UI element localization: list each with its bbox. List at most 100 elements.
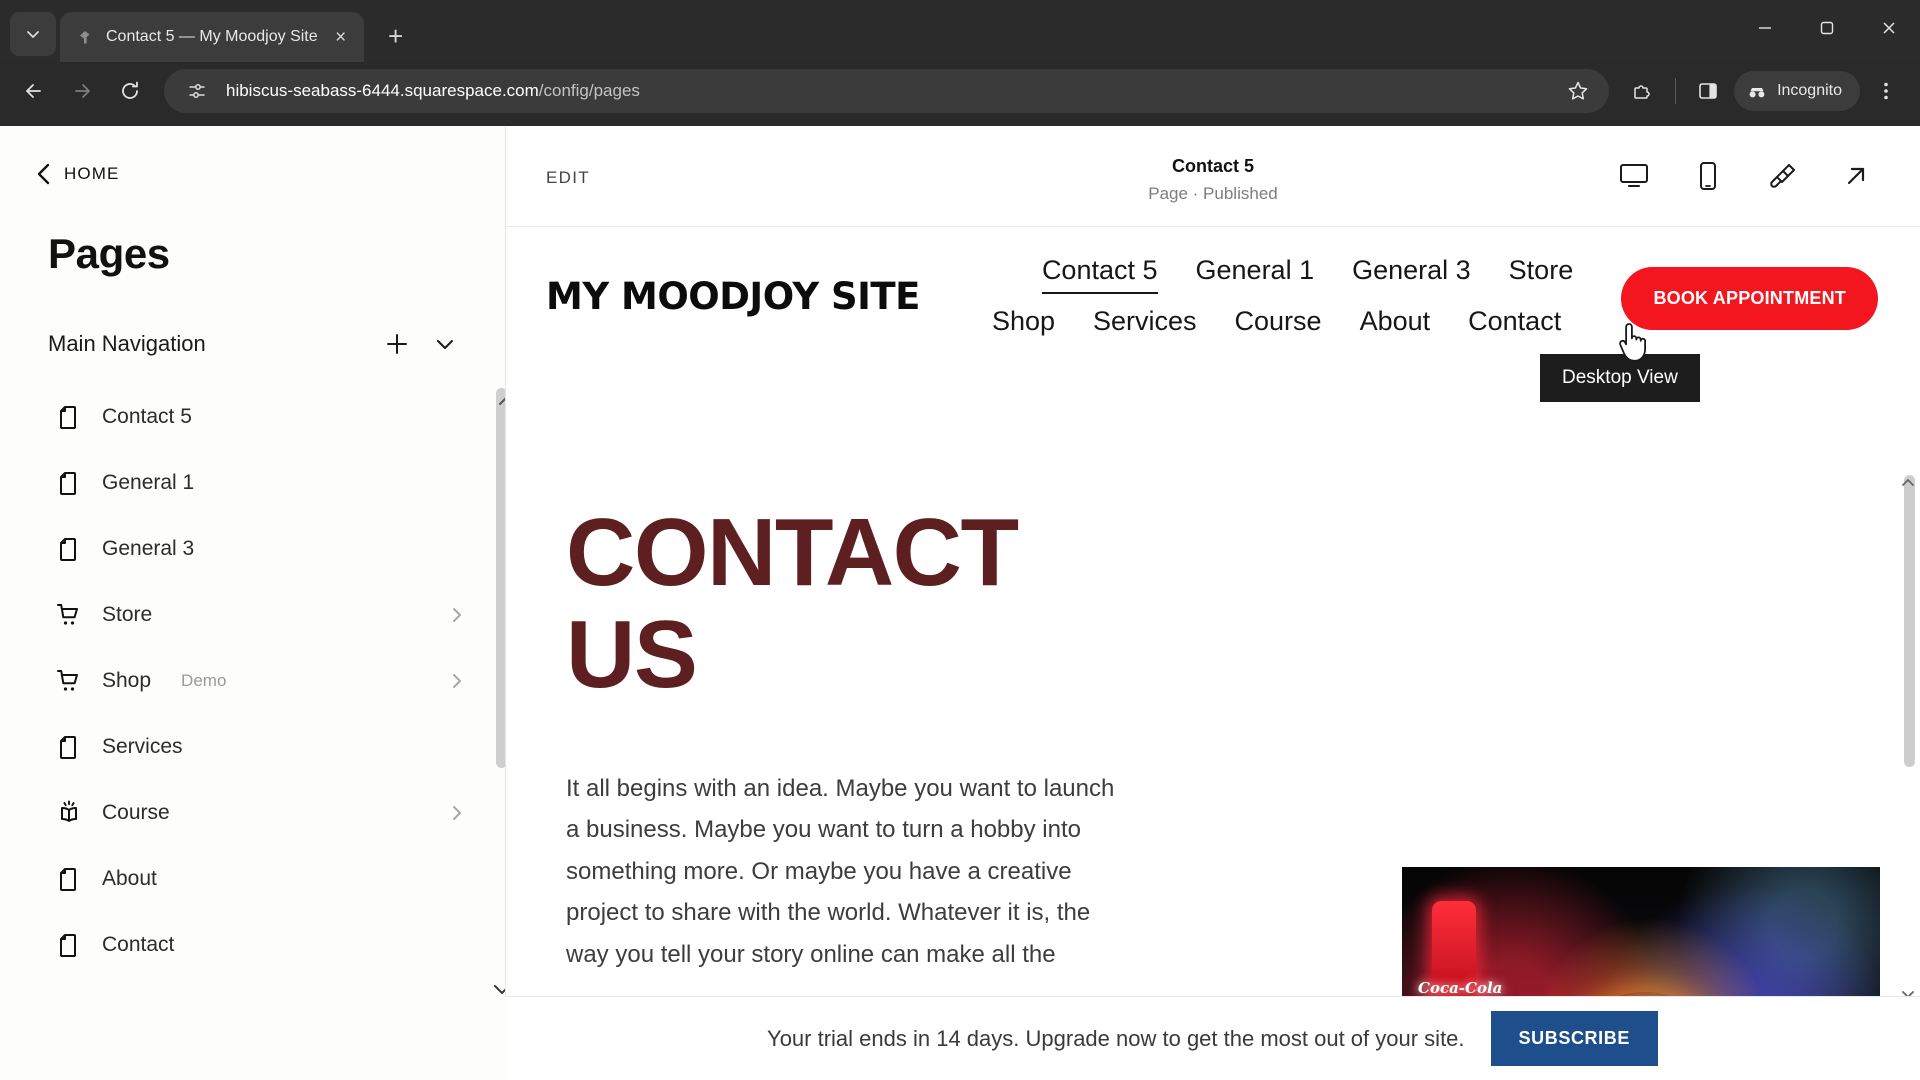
cart-icon — [56, 668, 82, 694]
sidebar-item-label: About — [102, 867, 157, 890]
hero-heading-line-2: US — [566, 600, 698, 708]
preview-scrollbar-thumb[interactable] — [1904, 475, 1915, 767]
sidebar-item-services[interactable]: Services — [0, 714, 505, 780]
chevron-right-icon[interactable] — [449, 605, 465, 625]
nav-link-about[interactable]: About — [1360, 306, 1431, 337]
page-icon — [56, 866, 82, 892]
nav-link-store[interactable]: Store — [1509, 255, 1574, 286]
side-panel-icon[interactable] — [1686, 69, 1730, 113]
page-list: Contact 5 General 1 General 3 Store Shop… — [0, 384, 505, 978]
preview-scroll-up-arrow[interactable] — [1900, 475, 1916, 493]
chevron-down-icon — [27, 31, 39, 38]
chevron-right-icon[interactable] — [449, 671, 465, 691]
new-tab-button[interactable]: + — [376, 16, 416, 56]
breadcrumb-home[interactable]: HOME — [0, 126, 505, 186]
trial-banner: Your trial ends in 14 days. Upgrade now … — [505, 996, 1920, 1080]
sidebar-item-label: Store — [102, 603, 153, 626]
url-path: /config/pages — [538, 81, 640, 100]
tab-strip: Contact 5 — My Moodjoy Site × + — [0, 0, 1920, 62]
preview-actions — [1614, 156, 1890, 196]
chevron-right-icon[interactable] — [449, 803, 465, 823]
nav-link-general-1[interactable]: General 1 — [1196, 255, 1315, 286]
subscribe-button[interactable]: SUBSCRIBE — [1490, 1011, 1658, 1066]
hero-body-text: It all begins with an idea. Maybe you wa… — [566, 774, 1115, 968]
paintbrush-icon[interactable] — [1762, 156, 1802, 196]
browser-tab[interactable]: Contact 5 — My Moodjoy Site × — [60, 12, 364, 62]
hero-heading-line-1: CONTACT — [566, 499, 1019, 606]
sidebar-item-label: Shop — [102, 669, 152, 692]
nav-link-contact-5[interactable]: Contact 5 — [1041, 255, 1158, 294]
book-icon — [56, 800, 82, 826]
nav-link-shop[interactable]: Shop — [992, 306, 1055, 337]
mouse-cursor-pointer — [1618, 321, 1652, 370]
mobile-view-icon[interactable] — [1688, 156, 1728, 196]
open-external-icon[interactable] — [1836, 156, 1876, 196]
site-header: MY MOODJOY SITE Contact 5 General 1 Gene… — [506, 227, 1920, 337]
url-text: hibiscus-seabass-6444.squarespace.com/co… — [226, 81, 1549, 101]
breadcrumb-home-label: HOME — [64, 164, 120, 183]
tab-search-button[interactable] — [10, 12, 56, 56]
incognito-indicator[interactable]: Incognito — [1734, 71, 1860, 111]
url-host: hibiscus-seabass-6444.squarespace.com — [226, 81, 539, 100]
sidebar-item-label: Services — [102, 735, 183, 758]
squarespace-favicon — [76, 27, 96, 47]
sidebar-item-contact[interactable]: Contact — [0, 912, 505, 978]
main-navigation-header: Main Navigation — [0, 278, 505, 364]
toolbar-divider — [1675, 78, 1677, 104]
chevron-down-icon — [437, 340, 453, 349]
demo-badge: Demo — [181, 671, 227, 690]
chevron-left-icon — [37, 163, 50, 185]
sidebar-item-about[interactable]: About — [0, 846, 505, 912]
page-title: Pages — [48, 230, 170, 277]
site-preview-pane: EDIT Contact 5 Page · Published MY MOODJ… — [505, 126, 1920, 1080]
book-appointment-button[interactable]: BOOK APPOINTMENT — [1621, 267, 1878, 330]
sidebar-item-course[interactable]: Course — [0, 780, 505, 846]
incognito-label: Incognito — [1777, 82, 1842, 99]
page-icon — [56, 536, 82, 562]
window-controls — [1734, 0, 1920, 56]
extensions-icon[interactable] — [1621, 69, 1665, 113]
main-navigation-label: Main Navigation — [48, 331, 206, 356]
minimize-icon[interactable] — [1734, 0, 1796, 56]
squarespace-app: HOME Pages Main Navigation Contact 5 Gen… — [0, 126, 1920, 1080]
nav-link-general-3[interactable]: General 3 — [1352, 255, 1471, 286]
forward-arrow-icon[interactable] — [60, 69, 104, 113]
sidebar-item-contact-5[interactable]: Contact 5 — [0, 384, 505, 450]
reload-icon[interactable] — [108, 69, 152, 113]
incognito-icon — [1749, 88, 1765, 98]
page-icon — [56, 932, 82, 958]
sidebar-item-store[interactable]: Store — [0, 582, 505, 648]
collapse-section-button[interactable] — [425, 324, 465, 364]
trial-banner-text: Your trial ends in 14 days. Upgrade now … — [767, 1025, 1465, 1051]
maximize-icon[interactable] — [1796, 0, 1858, 56]
sidebar-item-general-3[interactable]: General 3 — [0, 516, 505, 582]
page-icon — [56, 734, 82, 760]
sidebar-item-shop[interactable]: Shop Demo — [0, 648, 505, 714]
three-dot-menu-icon[interactable] — [1864, 69, 1908, 113]
page-icon — [56, 470, 82, 496]
neon-caption: Coca-Cola — [1418, 979, 1503, 997]
sidebar-item-label: General 3 — [102, 537, 195, 560]
cart-icon — [56, 602, 82, 628]
close-window-icon[interactable] — [1858, 0, 1920, 56]
star-icon[interactable] — [1561, 74, 1595, 108]
browser-window: Contact 5 — My Moodjoy Site × + hibiscus… — [0, 0, 1920, 1080]
nav-link-course[interactable]: Course — [1235, 306, 1322, 337]
desktop-view-icon[interactable] — [1614, 156, 1654, 196]
plus-icon — [387, 334, 407, 354]
edit-button[interactable]: EDIT — [546, 168, 590, 188]
add-page-button[interactable] — [377, 324, 417, 364]
sidebar-item-label: General 1 — [102, 471, 195, 494]
page-icon — [56, 404, 82, 430]
address-bar[interactable]: hibiscus-seabass-6444.squarespace.com/co… — [164, 69, 1610, 113]
close-icon[interactable]: × — [328, 24, 354, 50]
site-logo[interactable]: MY MOODJOY SITE — [546, 275, 920, 318]
nav-link-services[interactable]: Services — [1093, 306, 1197, 337]
omnibox-toolbar: hibiscus-seabass-6444.squarespace.com/co… — [0, 62, 1920, 126]
sidebar-item-general-1[interactable]: General 1 — [0, 450, 505, 516]
tab-title: Contact 5 — My Moodjoy Site — [106, 28, 318, 45]
nav-link-contact[interactable]: Contact — [1468, 306, 1561, 337]
hero-heading: CONTACT US — [566, 502, 1126, 706]
site-settings-icon[interactable] — [180, 74, 214, 108]
back-arrow-icon[interactable] — [12, 69, 56, 113]
